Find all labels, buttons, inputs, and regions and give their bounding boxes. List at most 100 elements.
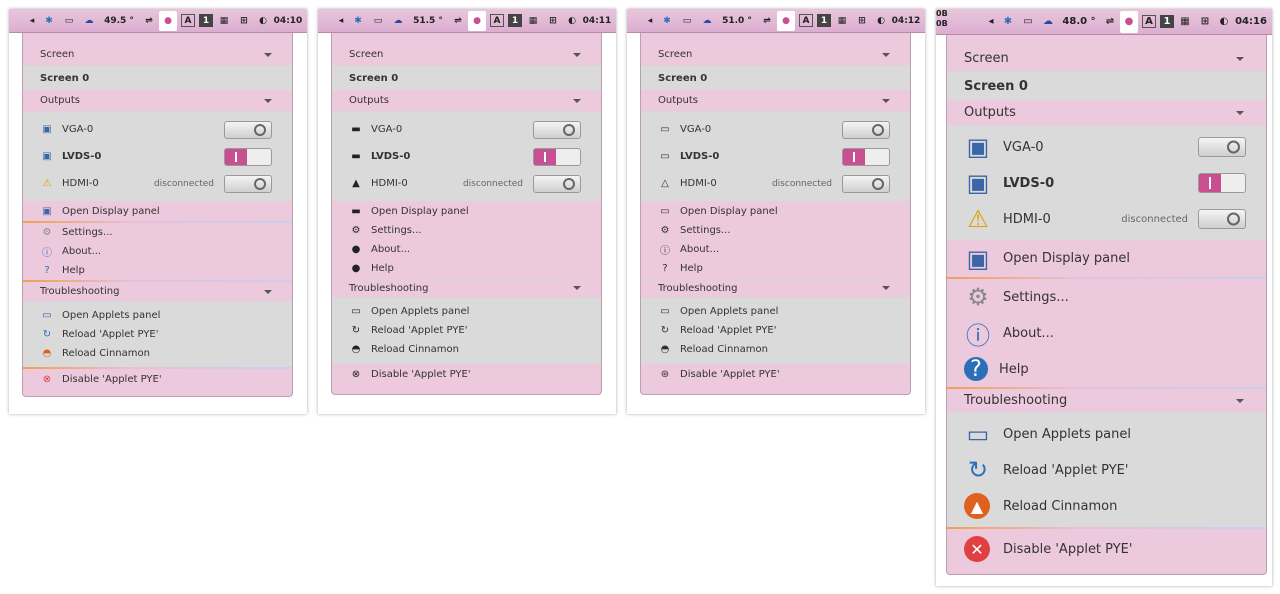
output-row-lvds[interactable]: ▬ LVDS-0 — [332, 143, 601, 170]
output-row-hdmi[interactable]: ⚠ HDMI-0 disconnected — [947, 201, 1266, 237]
open-applets-panel-item[interactable]: ▭ Open Applets panel — [947, 416, 1266, 452]
weather-icon[interactable]: ☁ — [699, 16, 715, 26]
keyboard-layout-icon[interactable]: A — [799, 14, 813, 27]
weather-icon[interactable]: ☁ — [1040, 16, 1056, 27]
vga-toggle[interactable] — [224, 120, 272, 139]
weather-icon[interactable]: ☁ — [390, 16, 406, 26]
output-row-vga[interactable]: ▭ VGA-0 — [641, 116, 910, 143]
help-item[interactable]: ? Help — [947, 351, 1266, 387]
workspace-icon[interactable]: 1 — [199, 14, 213, 27]
keyboard-layout-icon[interactable]: A — [181, 14, 195, 27]
settings-item[interactable]: ⚙ Settings... — [332, 221, 601, 240]
open-display-panel-item[interactable]: ▣ Open Display panel — [23, 201, 292, 221]
troubleshooting-section-header[interactable]: Troubleshooting — [23, 282, 292, 302]
troubleshooting-section-header[interactable]: Troubleshooting — [332, 278, 601, 298]
clock[interactable]: 04:10 — [273, 16, 303, 26]
bluetooth-icon[interactable]: ✱ — [350, 16, 366, 26]
settings-item[interactable]: ⚙ Settings... — [947, 279, 1266, 315]
hdmi-toggle[interactable] — [224, 174, 272, 193]
usb-icon[interactable]: ⇌ — [1102, 16, 1118, 27]
vga-toggle[interactable] — [533, 120, 581, 139]
applet-pye-icon[interactable]: ● — [1120, 10, 1138, 33]
left-arrow-icon[interactable]: ◂ — [984, 16, 998, 27]
screen-item[interactable]: Screen 0 — [332, 66, 601, 90]
open-display-panel-item[interactable]: ▣ Open Display panel — [947, 240, 1266, 277]
left-arrow-icon[interactable]: ◂ — [25, 16, 39, 26]
outputs-section-header[interactable]: Outputs — [641, 90, 910, 112]
open-applets-panel-item[interactable]: ▭ Open Applets panel — [332, 302, 601, 321]
keyboard-layout-icon[interactable]: A — [1142, 15, 1156, 28]
reload-cinnamon-item[interactable]: ◓ Reload Cinnamon — [641, 340, 910, 359]
window-list-icon[interactable]: ▦ — [1176, 16, 1194, 27]
troubleshooting-section-header[interactable]: Troubleshooting — [947, 389, 1266, 413]
applet-pye-icon[interactable]: ● — [468, 10, 486, 31]
screen-item[interactable]: Screen 0 — [641, 66, 910, 90]
battery-icon[interactable]: ▭ — [1018, 16, 1038, 27]
settings-item[interactable]: ⚙ Settings... — [641, 221, 910, 240]
applet-pye-icon[interactable]: ● — [159, 10, 177, 31]
output-row-vga[interactable]: ▣ VGA-0 — [947, 129, 1266, 165]
screen-section-header[interactable]: Screen — [641, 44, 910, 66]
output-row-vga[interactable]: ▬ VGA-0 — [332, 116, 601, 143]
usb-icon[interactable]: ⇌ — [759, 16, 775, 26]
hdmi-toggle[interactable] — [1198, 209, 1246, 229]
outputs-section-header[interactable]: Outputs — [947, 100, 1266, 126]
open-applets-panel-item[interactable]: ▭ Open Applets panel — [23, 306, 292, 325]
open-display-panel-item[interactable]: ▬ Open Display panel — [332, 201, 601, 221]
clock[interactable]: 04:12 — [891, 16, 921, 26]
bluetooth-icon[interactable]: ✱ — [41, 16, 57, 26]
network-icon[interactable]: ⊞ — [853, 16, 871, 26]
open-display-panel-item[interactable]: ▭ Open Display panel — [641, 201, 910, 221]
reload-cinnamon-item[interactable]: ◓ Reload Cinnamon — [23, 344, 292, 363]
left-arrow-icon[interactable]: ◂ — [643, 16, 657, 26]
screen-section-header[interactable]: Screen — [23, 44, 292, 66]
help-item[interactable]: ? Help — [23, 261, 292, 280]
screen-item[interactable]: Screen 0 — [947, 72, 1266, 100]
vga-toggle[interactable] — [1198, 137, 1246, 157]
about-item[interactable]: ● About... — [332, 240, 601, 259]
window-list-icon[interactable]: ▦ — [215, 16, 233, 26]
troubleshooting-section-header[interactable]: Troubleshooting — [641, 278, 910, 298]
window-list-icon[interactable]: ▦ — [524, 16, 542, 26]
reload-applet-item[interactable]: ↻ Reload 'Applet PYE' — [332, 321, 601, 340]
bluetooth-icon[interactable]: ✱ — [659, 16, 675, 26]
applet-pye-icon[interactable]: ● — [777, 10, 795, 31]
network-icon[interactable]: ⊞ — [1196, 16, 1214, 27]
lvds-toggle[interactable] — [842, 147, 890, 166]
output-row-lvds[interactable]: ▣ LVDS-0 — [947, 165, 1266, 201]
output-row-hdmi[interactable]: △ HDMI-0 disconnected — [641, 170, 910, 197]
screen-item[interactable]: Screen 0 — [23, 66, 292, 90]
workspace-icon[interactable]: 1 — [817, 14, 831, 27]
sound-icon[interactable]: ◐ — [873, 16, 889, 26]
usb-icon[interactable]: ⇌ — [450, 16, 466, 26]
lvds-toggle[interactable] — [1198, 173, 1246, 193]
reload-applet-item[interactable]: ↻ Reload 'Applet PYE' — [947, 452, 1266, 488]
disable-applet-item[interactable]: ⊗ Disable 'Applet PYE' — [23, 369, 292, 389]
network-icon[interactable]: ⊞ — [544, 16, 562, 26]
battery-icon[interactable]: ▭ — [677, 16, 697, 26]
screen-section-header[interactable]: Screen — [947, 46, 1266, 72]
battery-icon[interactable]: ▭ — [59, 16, 79, 26]
output-row-hdmi[interactable]: ⚠ HDMI-0 disconnected — [23, 170, 292, 197]
output-row-hdmi[interactable]: ▲ HDMI-0 disconnected — [332, 170, 601, 197]
weather-icon[interactable]: ☁ — [81, 16, 97, 26]
reload-applet-item[interactable]: ↻ Reload 'Applet PYE' — [23, 325, 292, 344]
vga-toggle[interactable] — [842, 120, 890, 139]
workspace-icon[interactable]: 1 — [1160, 15, 1174, 28]
about-item[interactable]: ⓘ About... — [641, 240, 910, 259]
disable-applet-item[interactable]: ⊛ Disable 'Applet PYE' — [641, 363, 910, 385]
left-arrow-icon[interactable]: ◂ — [334, 16, 348, 26]
output-row-lvds[interactable]: ▣ LVDS-0 — [23, 143, 292, 170]
network-icon[interactable]: ⊞ — [235, 16, 253, 26]
outputs-section-header[interactable]: Outputs — [332, 90, 601, 112]
workspace-icon[interactable]: 1 — [508, 14, 522, 27]
keyboard-layout-icon[interactable]: A — [490, 14, 504, 27]
disable-applet-item[interactable]: ⊗ Disable 'Applet PYE' — [332, 363, 601, 385]
bluetooth-icon[interactable]: ✱ — [1000, 16, 1016, 27]
lvds-toggle[interactable] — [533, 147, 581, 166]
sound-icon[interactable]: ◐ — [255, 16, 271, 26]
reload-applet-item[interactable]: ↻ Reload 'Applet PYE' — [641, 321, 910, 340]
sound-icon[interactable]: ◐ — [1216, 16, 1232, 27]
screen-section-header[interactable]: Screen — [332, 44, 601, 66]
reload-cinnamon-item[interactable]: ◓ Reload Cinnamon — [332, 340, 601, 359]
